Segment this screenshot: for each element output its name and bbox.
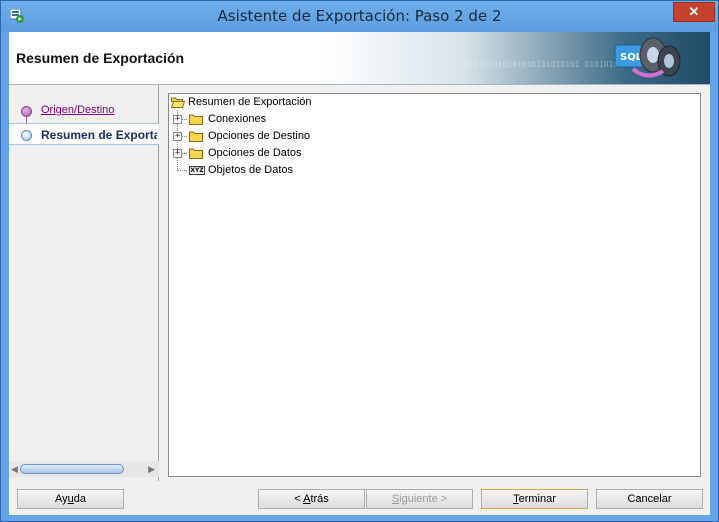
svg-text:SQL: SQL <box>620 52 643 63</box>
button-label: da <box>73 493 86 505</box>
expand-plus-icon[interactable]: + <box>173 132 182 141</box>
folder-icon <box>189 114 203 125</box>
next-button[interactable]: Siguiente > <box>366 489 473 509</box>
expand-plus-icon[interactable]: + <box>173 149 182 158</box>
scroll-right-icon[interactable]: ▶ <box>148 464 155 475</box>
button-label: erminar <box>518 493 556 505</box>
scroll-left-icon[interactable]: ◀ <box>11 464 18 475</box>
button-label: iguiente > <box>399 493 448 505</box>
button-label: trás <box>310 493 329 505</box>
scrollbar-thumb[interactable] <box>20 464 124 474</box>
tree-node-label: Objetos de Datos <box>208 164 293 176</box>
tree-node-label: Opciones de Datos <box>208 147 302 159</box>
step-resumen[interactable]: Resumen de Exportación <box>9 123 159 145</box>
tree-node-conexiones[interactable]: + Conexiones <box>169 112 369 128</box>
folder-icon <box>189 148 203 159</box>
title-bar[interactable]: Asistente de Exportación: Paso 2 de 2 ✕ <box>1 1 718 32</box>
window-title: Asistente de Exportación: Paso 2 de 2 <box>217 7 502 25</box>
back-button[interactable]: < Atrás <box>258 489 365 509</box>
current-step-icon <box>21 130 32 141</box>
wizard-header: Resumen de Exportación 01010101010101010… <box>9 32 710 85</box>
xyz-icon: XYZ <box>189 166 205 175</box>
folder-icon <box>189 131 203 142</box>
expand-plus-icon[interactable]: + <box>173 115 182 124</box>
tree-node-label: Resumen de Exportación <box>188 96 312 108</box>
step-label: Resumen de Exportación <box>41 128 157 142</box>
export-wizard-window: Asistente de Exportación: Paso 2 de 2 ✕ … <box>0 0 719 522</box>
step-label[interactable]: Origen/Destino <box>41 104 114 116</box>
sql-export-icon: SQL <box>614 37 681 78</box>
cancel-button[interactable]: Cancelar <box>596 489 703 509</box>
help-button[interactable]: Ayuda <box>17 489 124 509</box>
close-button[interactable]: ✕ <box>673 2 715 22</box>
tree-node-objetos-datos[interactable]: XYZ Objetos de Datos <box>169 163 369 179</box>
button-label: Ay <box>54 493 68 505</box>
visited-step-icon <box>21 106 32 117</box>
open-folder-icon <box>171 97 185 108</box>
wizard-button-bar: Ayuda < Atrás Siguiente > Terminar Cance… <box>9 481 710 515</box>
tree-root[interactable]: Resumen de Exportación <box>169 95 369 111</box>
page-title: Resumen de Exportación <box>16 50 185 66</box>
wizard-steps-panel: Origen/Destino Resumen de Exportación ◀ … <box>9 85 159 481</box>
tree-node-label: Conexiones <box>208 113 267 125</box>
export-summary-tree[interactable]: Resumen de Exportación + Conexiones + Op… <box>168 93 701 477</box>
steps-horizontal-scrollbar[interactable]: ◀ ▶ <box>9 461 159 477</box>
binary-decoration: 010101010101010101010101 0101010101 <box>464 60 633 69</box>
step-origen-destino[interactable]: Origen/Destino <box>9 100 159 122</box>
finish-button[interactable]: Terminar <box>481 489 588 509</box>
button-label: < <box>294 493 304 505</box>
tree-node-label: Opciones de Destino <box>208 130 311 142</box>
tree-node-opciones-destino[interactable]: + Opciones de Destino <box>169 129 369 145</box>
tree-node-opciones-datos[interactable]: + Opciones de Datos <box>169 146 369 162</box>
wizard-client-area: Resumen de Exportación 01010101010101010… <box>9 32 710 515</box>
